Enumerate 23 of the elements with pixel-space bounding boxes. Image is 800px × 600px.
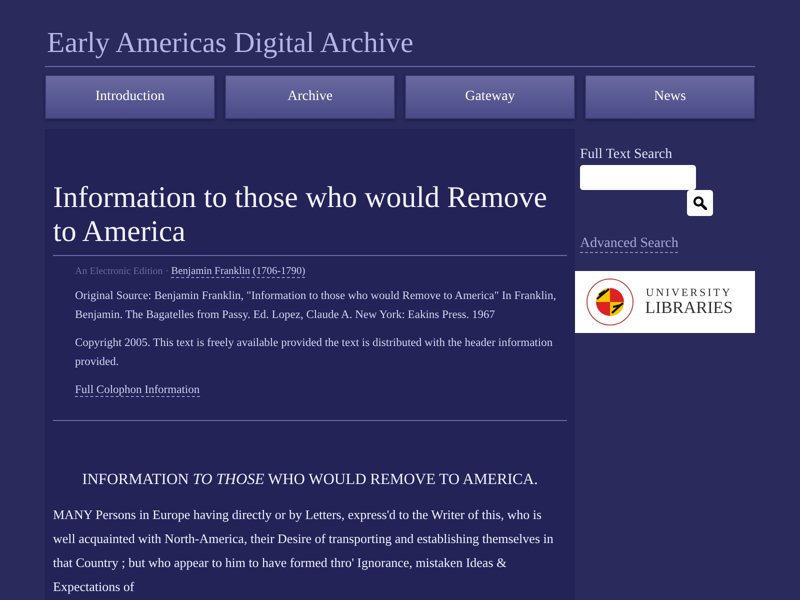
body-paragraph: MANY Persons in Europe having directly or by Letters, express'd to the Writer of this, who is well acquainted with North-America, their Desire of transporting and establishing themselves in that Country ; but who appear to him to have formed thro' Ignorance, mistaken Ideas & Expectations of bbox=[53, 506, 554, 596]
search-label: Full Text Search bbox=[580, 147, 674, 163]
edition-label: An Electronic Edition bbox=[75, 266, 163, 277]
author-link[interactable]: Benjamin Franklin (1706-1790) bbox=[171, 266, 306, 278]
separator-dot: · bbox=[165, 266, 169, 277]
source-citation: Original Source: Benjamin Franklin, "Information to those who would Remove to America" In Franklin, Benjamin. The Bagatelles from Passy. Ed. Lopez, Claude A. New York: Eakins Press. 1967 bbox=[75, 289, 558, 322]
advanced-search-link[interactable]: Advanced Search bbox=[580, 236, 678, 253]
section-heading: INFORMATION TO THOSE WHO WOULD REMOVE TO AMERICA. bbox=[81, 470, 539, 488]
document-title: Information to those who would Remove to America bbox=[53, 181, 567, 256]
site-title: Early Americas Digital Archive bbox=[45, 0, 755, 67]
seal-icon bbox=[585, 277, 635, 327]
copyright-notice: Copyright 2005. This text is freely available provided the text is distributed with the header information provided. bbox=[75, 336, 554, 370]
logo-text: UNIVERSITY bbox=[646, 287, 732, 299]
search-button[interactable] bbox=[687, 190, 713, 216]
search-icon bbox=[693, 196, 707, 210]
library-logo[interactable]: UNIVERSITY LIBRARIES bbox=[575, 271, 755, 333]
logo-text: LIBRARIES bbox=[645, 299, 733, 317]
nav-button[interactable]: Archive bbox=[225, 75, 395, 119]
nav-button[interactable]: Introduction bbox=[45, 75, 215, 119]
nav-button[interactable]: Gateway bbox=[405, 75, 575, 119]
nav-button[interactable]: News bbox=[585, 75, 755, 119]
colophon-link[interactable]: Full Colophon Information bbox=[75, 384, 200, 397]
search-field[interactable] bbox=[580, 165, 696, 190]
